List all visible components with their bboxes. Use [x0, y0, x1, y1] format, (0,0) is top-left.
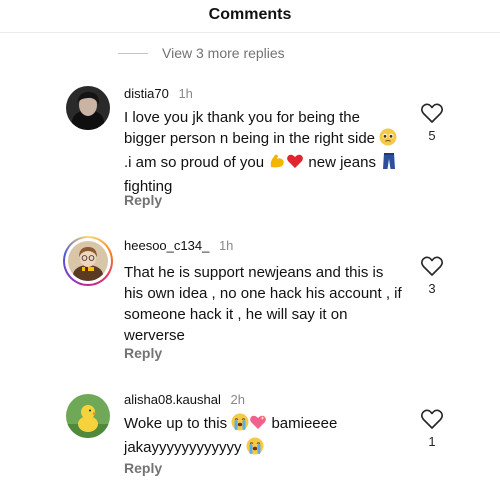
comment-meta: distia70 1h: [124, 86, 193, 101]
heart-icon[interactable]: [420, 408, 444, 430]
pleading-face-icon: [379, 128, 397, 152]
comment-username[interactable]: alisha08.kaushal: [124, 392, 221, 407]
red-heart-icon: [286, 152, 304, 176]
comment-time: 1h: [178, 86, 193, 101]
comment-text-part: new jeans: [304, 154, 381, 171]
avatar[interactable]: [66, 394, 110, 438]
comment-time: 1h: [218, 238, 234, 253]
avatar: [68, 241, 108, 281]
comment-text: That he is support newjeans and this is …: [124, 264, 402, 344]
comment-username[interactable]: heesoo_c134_: [124, 238, 209, 253]
jeans-icon: [380, 152, 398, 176]
comment-text-part: I love you jk thank you for being the bi…: [124, 109, 380, 147]
comments-header: Comments: [0, 0, 500, 33]
comment-time: 2h: [230, 392, 245, 407]
comment-text-part: .i am so proud of you: [124, 154, 269, 171]
flexed-biceps-icon: [268, 152, 286, 176]
loudly-crying-face-icon: [246, 437, 264, 461]
like-count: 5: [428, 128, 436, 143]
divider-line: [118, 52, 148, 54]
view-more-replies-button[interactable]: View 3 more replies: [118, 45, 285, 61]
page-title: Comments: [208, 6, 292, 23]
comment-text: Woke up to this bamieeee jakayyyyyyyyyyy…: [124, 413, 402, 461]
heart-icon[interactable]: [420, 255, 444, 277]
avatar[interactable]: [66, 86, 110, 130]
reply-button[interactable]: Reply: [124, 192, 162, 208]
comment-text: I love you jk thank you for being the bi…: [124, 107, 402, 197]
reply-button[interactable]: Reply: [124, 345, 162, 361]
like-count: 3: [428, 281, 436, 296]
comment-username[interactable]: distia70: [124, 86, 169, 101]
comment-meta: alisha08.kaushal 2h: [124, 392, 245, 407]
loudly-crying-face-icon: [231, 413, 249, 437]
comment-text-part: Woke up to this: [124, 415, 232, 432]
sparkling-heart-icon: [249, 413, 267, 437]
like-count: 1: [428, 434, 436, 449]
story-ring[interactable]: [63, 236, 113, 286]
comment-meta: heesoo_c134_ 1h: [124, 238, 233, 253]
reply-button[interactable]: Reply: [124, 460, 162, 476]
heart-icon[interactable]: [420, 102, 444, 124]
view-more-replies-label: View 3 more replies: [162, 45, 285, 61]
